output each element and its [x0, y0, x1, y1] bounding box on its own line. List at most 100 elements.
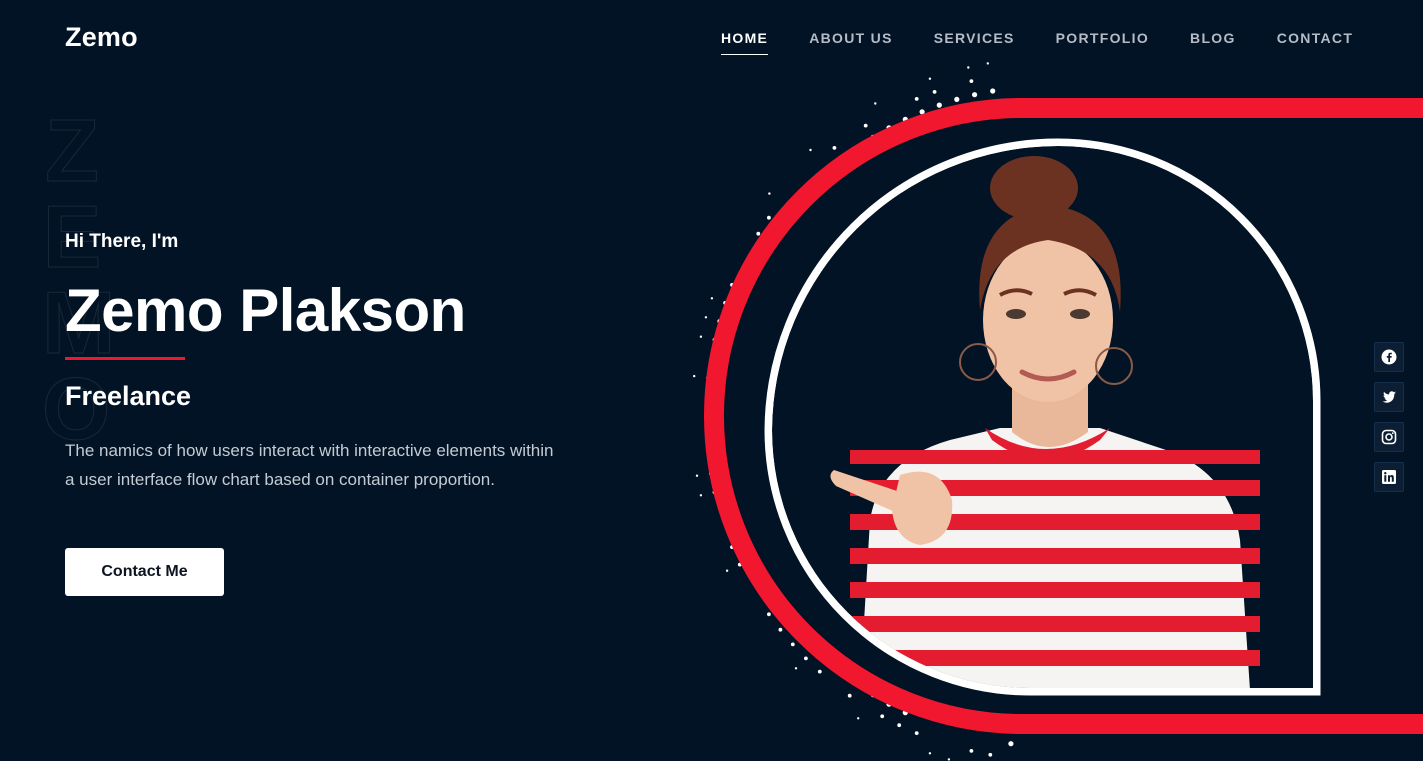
decor-dot [693, 375, 695, 377]
instagram-link[interactable] [1374, 422, 1404, 452]
nav-services[interactable]: SERVICES [934, 30, 1015, 55]
nav-home[interactable]: HOME [721, 30, 768, 55]
nav-about-us[interactable]: ABOUT US [809, 30, 893, 55]
decor-dot [791, 643, 795, 647]
decor-dot [813, 181, 818, 186]
hero-name: Zemo Plakson [65, 276, 466, 345]
decor-dot [809, 149, 811, 151]
accent-underline [65, 357, 185, 360]
decor-dot [874, 102, 876, 104]
decor-dot [813, 646, 818, 651]
decor-dot [967, 66, 969, 68]
decor-dot [886, 702, 891, 707]
decor-dot [718, 432, 723, 437]
red-outer-arc [714, 108, 1423, 724]
hero-role: Freelance [65, 381, 191, 412]
decor-dot [722, 468, 727, 473]
decor-dot [801, 633, 806, 638]
linkedin-link[interactable] [1374, 462, 1404, 492]
decor-dot [818, 670, 822, 674]
decor-dot [988, 753, 992, 757]
linkedin-icon [1381, 469, 1397, 485]
decor-dot [778, 604, 783, 609]
nav-portfolio[interactable]: PORTFOLIO [1056, 30, 1149, 55]
decor-dot [718, 395, 723, 400]
decor-dot [948, 758, 950, 760]
decor-dot [841, 671, 846, 676]
dotted-arc-pattern [693, 62, 1014, 760]
decor-dot [713, 338, 717, 342]
decor-dot [880, 714, 884, 718]
decor-dot [929, 752, 931, 754]
decor-dot [886, 125, 891, 130]
contact-me-button[interactable]: Contact Me [65, 548, 224, 596]
decor-dot [717, 413, 722, 418]
decor-dot [779, 628, 783, 632]
decor-dot [855, 682, 860, 687]
portrait-photo [772, 146, 1313, 690]
decor-dot [972, 92, 977, 97]
decor-dot [804, 657, 808, 661]
hero-illustration [0, 0, 1423, 761]
decor-dot [709, 472, 713, 476]
decor-dot [713, 490, 717, 494]
decor-dot [768, 588, 773, 593]
decor-dot [700, 494, 702, 496]
decor-dot [730, 545, 734, 549]
decor-dot [768, 192, 770, 194]
decor-dot [903, 117, 908, 122]
decor-dot [990, 88, 995, 93]
decor-dot [970, 749, 974, 753]
decor-dot [915, 731, 919, 735]
decor-dot [704, 414, 708, 418]
decor-dot [720, 377, 725, 382]
decor-dot [933, 90, 937, 94]
decor-dot [897, 723, 901, 727]
decor-dot [864, 124, 868, 128]
hero-description: The namics of how users interact with in… [65, 436, 555, 494]
decor-dot [738, 563, 742, 567]
decor-dot [833, 146, 837, 150]
decor-dot [871, 692, 876, 697]
decor-dot [915, 97, 919, 101]
decor-dot [767, 216, 771, 220]
decor-dot [855, 145, 860, 150]
twitter-link[interactable] [1374, 382, 1404, 412]
watermark-letter: Z [42, 108, 102, 194]
decor-dot [700, 336, 702, 338]
decor-dot [929, 78, 931, 80]
facebook-link[interactable] [1374, 342, 1404, 372]
decor-dot [711, 297, 713, 299]
decor-dot [1008, 741, 1013, 746]
nav-blog[interactable]: BLOG [1190, 30, 1236, 55]
decor-dot [722, 358, 727, 363]
decor-dot [848, 694, 852, 698]
decor-dot [857, 717, 859, 719]
facebook-icon [1381, 349, 1397, 365]
decor-dot [768, 239, 773, 244]
decor-dot [730, 283, 734, 287]
decor-dot [903, 710, 908, 715]
decor-dot [920, 109, 925, 114]
decor-dot [750, 556, 755, 561]
white-photo-frame [772, 146, 1313, 688]
decor-dot [795, 667, 797, 669]
nav-contact[interactable]: CONTACT [1277, 30, 1354, 55]
instagram-icon [1381, 429, 1397, 445]
hero-greeting: Hi There, I'm [65, 231, 178, 253]
decor-dot [987, 62, 989, 64]
social-links [1374, 342, 1404, 492]
decor-dot [756, 232, 760, 236]
decor-dot [767, 612, 771, 616]
decor-dot [750, 271, 755, 276]
site-logo[interactable]: Zemo [65, 22, 138, 53]
twitter-icon [1381, 389, 1397, 405]
main-nav: HOME ABOUT US SERVICES PORTFOLIO BLOG CO… [721, 30, 1394, 55]
decor-dot [717, 319, 721, 323]
decor-dot [706, 376, 710, 380]
decor-dot [736, 522, 741, 527]
decor-dot [730, 504, 735, 509]
decor-dot [801, 194, 806, 199]
decor-dot [705, 316, 707, 318]
decor-dot [696, 475, 698, 477]
